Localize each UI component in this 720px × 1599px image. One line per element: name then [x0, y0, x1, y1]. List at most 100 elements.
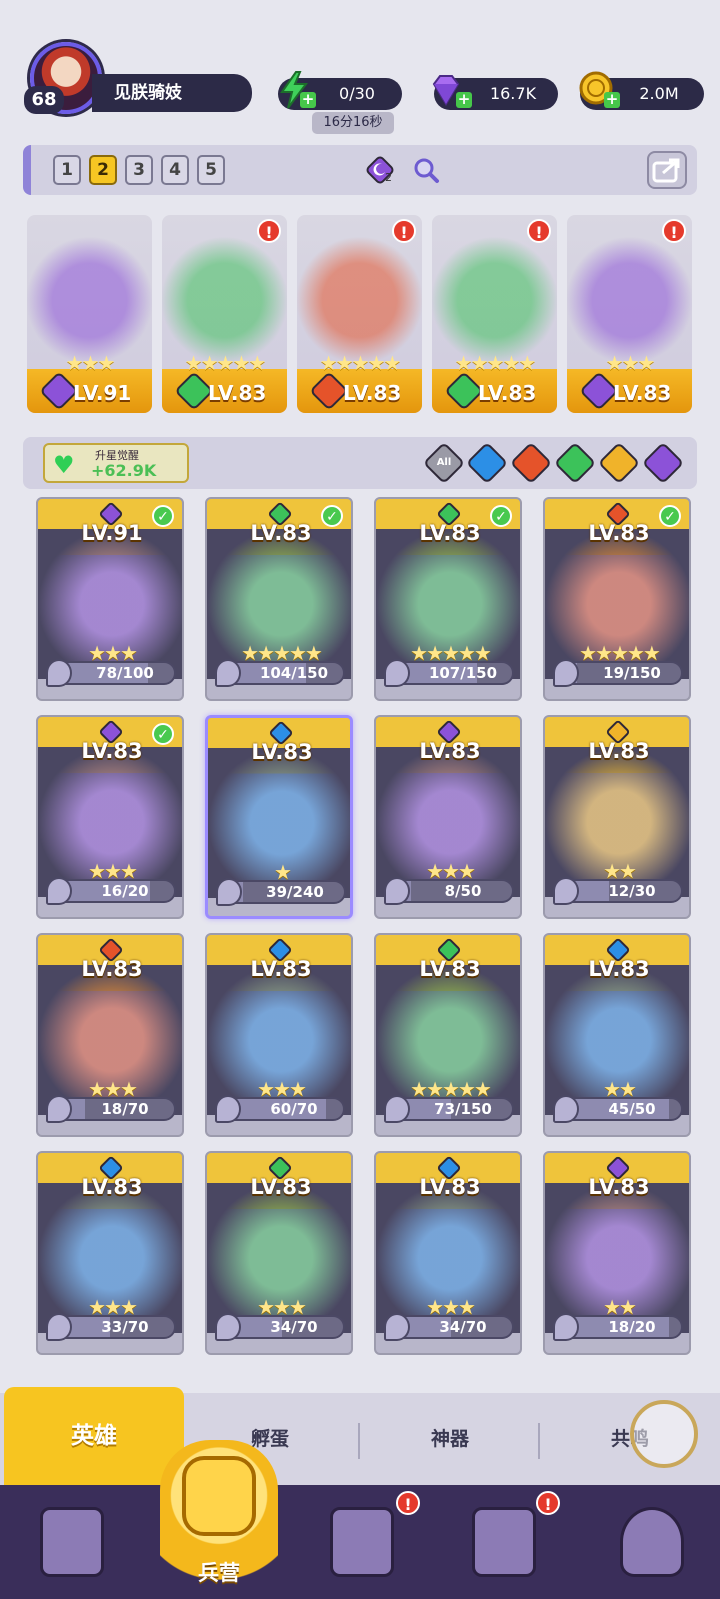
filter-all-label: All — [436, 457, 452, 468]
hero-card[interactable]: LV.83 ★★ 45/50 — [543, 933, 691, 1137]
shard-count: 18/20 — [608, 1318, 656, 1336]
hero-level: LV.83 — [613, 381, 672, 405]
alert-badge: ! — [392, 219, 416, 243]
hero-card[interactable]: LV.83 ★★★ 18/70 — [36, 933, 184, 1137]
hero-level: LV.83 — [419, 957, 481, 981]
filter-nature-button[interactable] — [553, 441, 597, 485]
floating-sparkle-button[interactable] — [630, 1400, 698, 1468]
filter-water-button[interactable] — [465, 441, 509, 485]
hero-card[interactable]: LV.83 ★★★ 34/70 — [374, 1151, 522, 1355]
search-icon[interactable] — [411, 155, 441, 185]
hero-card[interactable]: ✓ LV.83 ★★★ 16/20 — [36, 715, 184, 919]
energy-add-button[interactable]: + — [300, 92, 316, 108]
nav-cards[interactable] — [20, 1493, 120, 1593]
shard-count: 104/150 — [259, 664, 329, 682]
share-icon — [652, 158, 680, 183]
hero-card[interactable]: LV.83 ★ 39/240 — [205, 715, 353, 919]
hero-card[interactable]: LV.83 ★★★★★ 73/150 — [374, 933, 522, 1137]
hero-card[interactable]: ✓ LV.83 ★★★★★ 107/150 — [374, 497, 522, 701]
team-tab-5[interactable]: 5 — [197, 155, 225, 185]
hero-card[interactable]: LV.83 ★★★ 34/70 — [205, 1151, 353, 1355]
filter-all-button[interactable]: All — [422, 441, 466, 485]
star-rating: ★★★★★ — [319, 351, 402, 375]
player-name[interactable]: 见朕骑妓 — [92, 74, 252, 112]
star-rating: ★★★ — [605, 351, 656, 375]
team-tab-3[interactable]: 3 — [125, 155, 153, 185]
team-hero-card[interactable]: ★★★★★ LV.83! — [297, 215, 422, 413]
hero-card[interactable]: ✓ LV.91 ★★★ 78/100 — [36, 497, 184, 701]
hero-level: LV.83 — [588, 1175, 650, 1199]
team-hero-card[interactable]: ★★★★★ LV.83! — [162, 215, 287, 413]
hero-level: LV.83 — [478, 381, 537, 405]
team-tab-2[interactable]: 2 — [89, 155, 117, 185]
hero-card[interactable]: LV.83 ★★ 18/20 — [543, 1151, 691, 1355]
hero-level: LV.83 — [251, 740, 313, 764]
awaken-bonus[interactable]: ♥ 升星觉醒 +62.9K — [43, 443, 189, 483]
hero-level: LV.83 — [588, 739, 650, 763]
tab-heroes[interactable]: 英雄 — [4, 1387, 184, 1485]
hero-card[interactable]: ✓ LV.83 ★★★★★ 19/150 — [543, 497, 691, 701]
hero-card[interactable]: LV.83 ★★ 12/30 — [543, 715, 691, 919]
hero-card[interactable]: LV.83 ★★★ 33/70 — [36, 1151, 184, 1355]
share-button[interactable] — [647, 151, 687, 189]
hero-level: LV.91 — [81, 521, 143, 545]
energy-timer: 16分16秒 — [312, 112, 394, 134]
gems-add-button[interactable]: + — [456, 92, 472, 108]
hero-grid: ✓ LV.91 ★★★ 78/100 ✓ LV.83 ★★★★★ 104/150 ✓ LV.83 ★… — [0, 497, 720, 1357]
hero-card[interactable]: LV.83 ★★★ 8/50 — [374, 715, 522, 919]
heart-icon: ♥ — [53, 451, 75, 479]
filter-bar: ♥ 升星觉醒 +62.9K All — [23, 437, 697, 489]
hero-card[interactable]: ✓ LV.83 ★★★★★ 104/150 — [205, 497, 353, 701]
shard-count: 60/70 — [270, 1100, 318, 1118]
shard-icon — [216, 878, 242, 906]
team-tab-1[interactable]: 1 — [53, 155, 81, 185]
gold-add-button[interactable]: + — [604, 92, 620, 108]
filter-dark-button[interactable] — [641, 441, 685, 485]
hero-level: LV.83 — [419, 739, 481, 763]
hero-level: LV.83 — [81, 1175, 143, 1199]
alert-badge: ! — [257, 219, 281, 243]
shard-count: 45/50 — [608, 1100, 656, 1118]
team-tab-4[interactable]: 4 — [161, 155, 189, 185]
shard-icon — [553, 659, 579, 687]
nav-mushroom[interactable] — [600, 1493, 700, 1593]
cards-icon — [40, 1507, 104, 1577]
barracks-icon — [182, 1456, 256, 1536]
hero-level: LV.83 — [588, 521, 650, 545]
shard-icon — [46, 659, 72, 687]
shard-count: 34/70 — [270, 1318, 318, 1336]
team-hero-card[interactable]: ★★★★★ LV.83! — [432, 215, 557, 413]
shard-count: 34/70 — [439, 1318, 487, 1336]
bottom-tab-bar: 英雄 孵蛋 神器 共鸣 — [0, 1387, 720, 1485]
filter-light-button[interactable] — [597, 441, 641, 485]
team-hero-card[interactable]: ★★★ LV.91 — [27, 215, 152, 413]
shard-count: 18/70 — [101, 1100, 149, 1118]
shard-icon — [384, 1313, 410, 1341]
hero-level: LV.83 — [81, 957, 143, 981]
alert-badge: ! — [527, 219, 551, 243]
nav-barracks[interactable]: 兵营 — [160, 1440, 278, 1599]
hero-level: LV.91 — [73, 381, 132, 405]
hero-level: LV.83 — [250, 521, 312, 545]
nav-castle-alert: ! — [536, 1491, 560, 1515]
nav-castle[interactable]: ! — [452, 1491, 560, 1593]
tab-artifacts[interactable]: 神器 — [360, 1393, 540, 1485]
filter-fire-button[interactable] — [509, 441, 553, 485]
hero-level: LV.83 — [588, 957, 650, 981]
team-badge-count: 2 — [385, 171, 392, 184]
hero-card[interactable]: LV.83 ★★★ 60/70 — [205, 933, 353, 1137]
mushroom-icon — [620, 1507, 684, 1577]
star-rating: ★★★ — [65, 351, 116, 375]
gems-value: 16.7K — [489, 84, 537, 103]
shard-count: 33/70 — [101, 1318, 149, 1336]
shard-icon — [553, 1313, 579, 1341]
shard-count: 73/150 — [434, 1100, 492, 1118]
hero-level: LV.83 — [419, 1175, 481, 1199]
shard-icon — [215, 659, 241, 687]
hero-portrait — [27, 215, 152, 370]
team-hero-card[interactable]: ★★★ LV.83! — [567, 215, 692, 413]
nav-barracks-label: 兵营 — [198, 1561, 240, 1585]
nav-map[interactable]: ! — [310, 1491, 420, 1593]
hero-level: LV.83 — [419, 521, 481, 545]
shard-icon — [553, 877, 579, 905]
